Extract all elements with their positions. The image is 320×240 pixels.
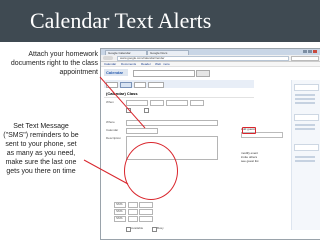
- slide-title: Calendar Text Alerts: [30, 8, 212, 33]
- event-title-text: (Calendar) Class: [106, 91, 138, 96]
- guest-options: modify event invite others see guest lis…: [241, 151, 287, 165]
- event-toolbar: [104, 80, 254, 88]
- gbar-link[interactable]: Documents: [121, 62, 136, 66]
- gbar-link[interactable]: Web: [155, 62, 161, 66]
- caption-attach-documents: Attach your homework documents right to …: [10, 51, 98, 76]
- sidebar-line: [295, 94, 315, 96]
- reminder-row: SMS: [104, 208, 254, 215]
- sidebar-line: [295, 128, 315, 130]
- logo-text: Calendar: [106, 70, 124, 75]
- reminder-type: SMS: [116, 209, 123, 213]
- radio-label: Busy: [157, 226, 164, 230]
- reminder-row: SMS: [104, 201, 254, 208]
- field-label: When: [106, 100, 114, 104]
- calendar-header: Calendar: [101, 67, 320, 79]
- repeat-checkbox[interactable]: [144, 108, 149, 113]
- sidebar-line: [295, 98, 315, 100]
- show-me-as-row: Available Busy: [104, 225, 254, 232]
- calendar-screenshot: Google Calendar Google Docs www.google.c…: [100, 48, 320, 240]
- attachment-highlight: [242, 127, 256, 134]
- address-bar: www.google.com/calendar/render: [101, 55, 320, 62]
- more-actions-button[interactable]: [148, 82, 164, 88]
- options-row: [104, 106, 254, 113]
- calendar-select[interactable]: [126, 128, 158, 134]
- calendar-search-input[interactable]: [133, 70, 195, 77]
- sidebar-line: [295, 160, 315, 162]
- reminder-type: SMS: [116, 202, 123, 206]
- close-icon[interactable]: [313, 50, 317, 53]
- caption-sms-reminders: Set Text Message ("SMS") reminders to be…: [3, 123, 79, 175]
- url-text: www.google.com/calendar/render: [120, 56, 165, 60]
- gbar-link[interactable]: more: [163, 62, 170, 66]
- window-controls: [302, 50, 318, 54]
- gbar-link[interactable]: Reader: [141, 62, 151, 66]
- browser-search-field[interactable]: [291, 56, 319, 61]
- slide-title-bar: Calendar Text Alerts: [0, 0, 320, 42]
- field-label: Description: [106, 136, 122, 140]
- guest-option[interactable]: see guest list: [241, 159, 259, 163]
- back-button[interactable]: [106, 82, 118, 88]
- calendar-row: Calendar: [104, 127, 254, 134]
- back-forward-icon[interactable]: [103, 56, 113, 60]
- calendar-logo: Calendar: [104, 69, 128, 76]
- reminder-unit-select[interactable]: [139, 216, 153, 222]
- reminder-row: SMS: [104, 215, 254, 222]
- discard-button[interactable]: [134, 82, 146, 88]
- save-button[interactable]: [120, 82, 132, 88]
- gbar-link[interactable]: Calendar: [104, 62, 116, 66]
- sidebar-line: [295, 102, 315, 104]
- maximize-icon[interactable]: [308, 50, 312, 53]
- sidebar-button[interactable]: [294, 144, 319, 151]
- where-row: Where: [104, 119, 254, 126]
- sidebar-button[interactable]: [294, 84, 319, 91]
- all-day-checkbox[interactable]: [126, 108, 131, 113]
- reminder-type: SMS: [116, 216, 123, 220]
- minimize-icon[interactable]: [303, 50, 307, 53]
- sidebar-button[interactable]: [294, 114, 319, 121]
- event-title-field[interactable]: (Calendar) Class: [104, 89, 254, 98]
- url-field[interactable]: www.google.com/calendar/render: [117, 56, 289, 61]
- sidebar-line: [295, 156, 315, 158]
- field-label: Calendar: [106, 128, 119, 132]
- sidebar-line: [295, 124, 315, 126]
- where-input[interactable]: [126, 120, 218, 126]
- radio-label: Available: [131, 226, 144, 230]
- search-button[interactable]: [196, 70, 210, 77]
- reminder-amount-input[interactable]: [128, 216, 138, 222]
- right-sidebar: [291, 80, 320, 230]
- reminders-highlight-ring: [124, 142, 178, 200]
- field-label: Where: [106, 120, 115, 124]
- when-row: When: [104, 99, 254, 106]
